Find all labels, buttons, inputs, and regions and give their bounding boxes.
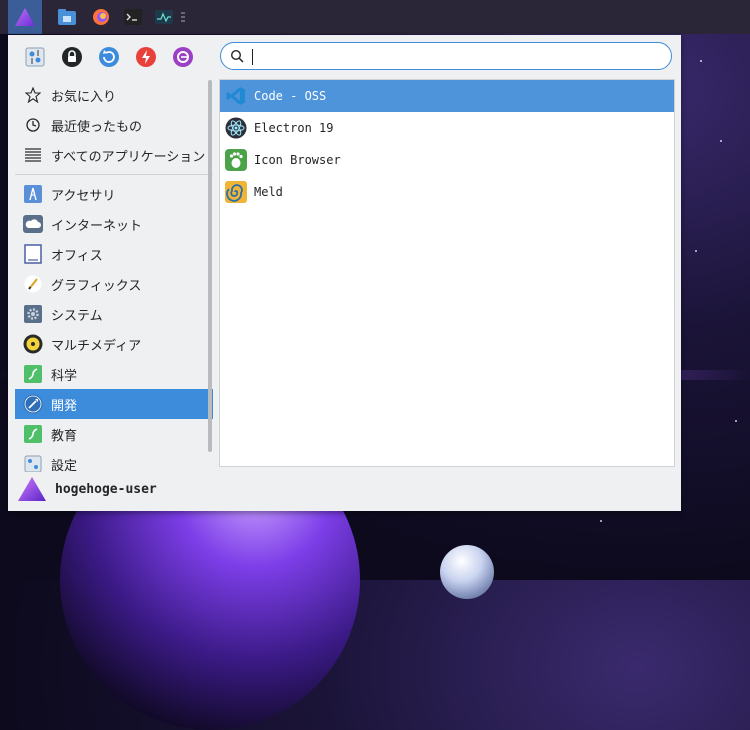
category-accessories[interactable]: アクセサリ (15, 179, 213, 209)
restart-icon (99, 47, 119, 67)
category-recent[interactable]: 最近使ったもの (15, 110, 213, 140)
restart-button[interactable] (94, 45, 124, 69)
education-icon (23, 424, 43, 444)
terminal-icon (124, 9, 142, 25)
category-internet[interactable]: インターネット (15, 209, 213, 239)
app-item-icon-browser[interactable]: Icon Browser (220, 144, 674, 176)
category-office[interactable]: オフィス (15, 239, 213, 269)
lock-screen-button[interactable] (57, 45, 87, 69)
app-label: Electron 19 (254, 121, 334, 135)
user-name: hogehoge-user (55, 481, 157, 497)
user-info[interactable]: hogehoge-user (17, 473, 157, 505)
category-label: インターネット (51, 218, 143, 234)
wallpaper-moon (440, 545, 494, 599)
search-box[interactable] (220, 42, 672, 70)
graphics-icon (23, 274, 43, 294)
taskbar-terminal[interactable] (116, 0, 150, 34)
system-settings-button[interactable] (20, 45, 50, 69)
taskbar-firefox[interactable] (84, 0, 118, 34)
gnome-foot-icon (225, 149, 247, 171)
category-label: システム (51, 308, 103, 324)
category-label: 科学 (51, 368, 78, 384)
category-label: 設定 (51, 458, 78, 473)
category-all-applications[interactable]: すべてのアプリケーション (15, 140, 213, 170)
category-development[interactable]: 開発 (15, 389, 213, 419)
lock-screen-icon (62, 47, 82, 67)
app-label: Code - OSS (254, 89, 327, 103)
wallpaper-star (735, 420, 737, 422)
office-icon (23, 244, 43, 264)
category-label: お気に入り (51, 89, 117, 105)
wallpaper-star (720, 140, 722, 142)
category-label: 開発 (51, 398, 78, 414)
app-item-code-oss[interactable]: Code - OSS (220, 80, 674, 112)
category-label: アクセサリ (51, 188, 116, 204)
taskbar-system-monitor[interactable] (152, 0, 192, 34)
category-label: オフィス (51, 248, 103, 264)
quick-actions (20, 45, 198, 69)
category-label: グラフィックス (51, 278, 142, 294)
category-system[interactable]: システム (15, 299, 213, 329)
meld-icon (225, 181, 247, 203)
category-graphics[interactable]: グラフィックス (15, 269, 213, 299)
kde-menu-icon (15, 8, 35, 26)
firefox-icon (93, 9, 109, 25)
electron-icon (225, 117, 247, 139)
history-icon (23, 115, 43, 135)
application-launcher-menu: お気に入り 最近使ったもの すべてのアプリケーション アクセサリ インターネット… (8, 35, 681, 511)
system-monitor-icon (155, 10, 185, 24)
app-item-electron-19[interactable]: Electron 19 (220, 112, 674, 144)
category-divider (15, 174, 213, 175)
category-education[interactable]: 教育 (15, 419, 213, 449)
category-list: お気に入り 最近使ったもの すべてのアプリケーション アクセサリ インターネット… (15, 80, 213, 472)
avatar (18, 477, 46, 501)
category-science[interactable]: 科学 (15, 359, 213, 389)
system-gear-icon (23, 304, 43, 324)
wallpaper-star (700, 60, 702, 62)
settings-icon (23, 454, 43, 472)
category-label: 最近使ったもの (51, 119, 143, 135)
shutdown-icon (136, 47, 156, 67)
app-label: Icon Browser (254, 153, 341, 167)
category-label: マルチメディア (51, 338, 142, 354)
category-multimedia[interactable]: マルチメディア (15, 329, 213, 359)
category-settings[interactable]: 設定 (15, 449, 213, 472)
taskbar-file-manager[interactable] (50, 0, 84, 34)
shutdown-button[interactable] (131, 45, 161, 69)
wallpaper-star (600, 520, 602, 522)
text-caret (252, 49, 253, 65)
vscode-icon (225, 85, 247, 107)
category-scrollbar[interactable] (208, 80, 212, 452)
app-item-meld[interactable]: Meld (220, 176, 674, 208)
category-label: すべてのアプリケーション (51, 149, 206, 165)
list-icon (23, 145, 43, 165)
accessories-icon (23, 184, 43, 204)
wallpaper-star (695, 250, 697, 252)
application-launcher-button[interactable] (8, 0, 42, 34)
search-icon (230, 49, 244, 63)
cloud-icon (23, 214, 43, 234)
category-favorites[interactable]: お気に入り (15, 80, 213, 110)
application-list: Code - OSS Electron 19 Icon Browser Meld (219, 79, 675, 467)
app-label: Meld (254, 185, 283, 199)
file-manager-icon (58, 9, 76, 25)
science-icon (23, 364, 43, 384)
search-input[interactable] (249, 46, 663, 68)
logout-button[interactable] (168, 45, 198, 69)
development-icon (23, 394, 43, 414)
star-icon (23, 85, 43, 105)
category-label: 教育 (51, 428, 78, 444)
system-settings-icon (25, 47, 45, 67)
taskbar (0, 0, 750, 34)
multimedia-icon (23, 334, 43, 354)
logout-icon (173, 47, 193, 67)
